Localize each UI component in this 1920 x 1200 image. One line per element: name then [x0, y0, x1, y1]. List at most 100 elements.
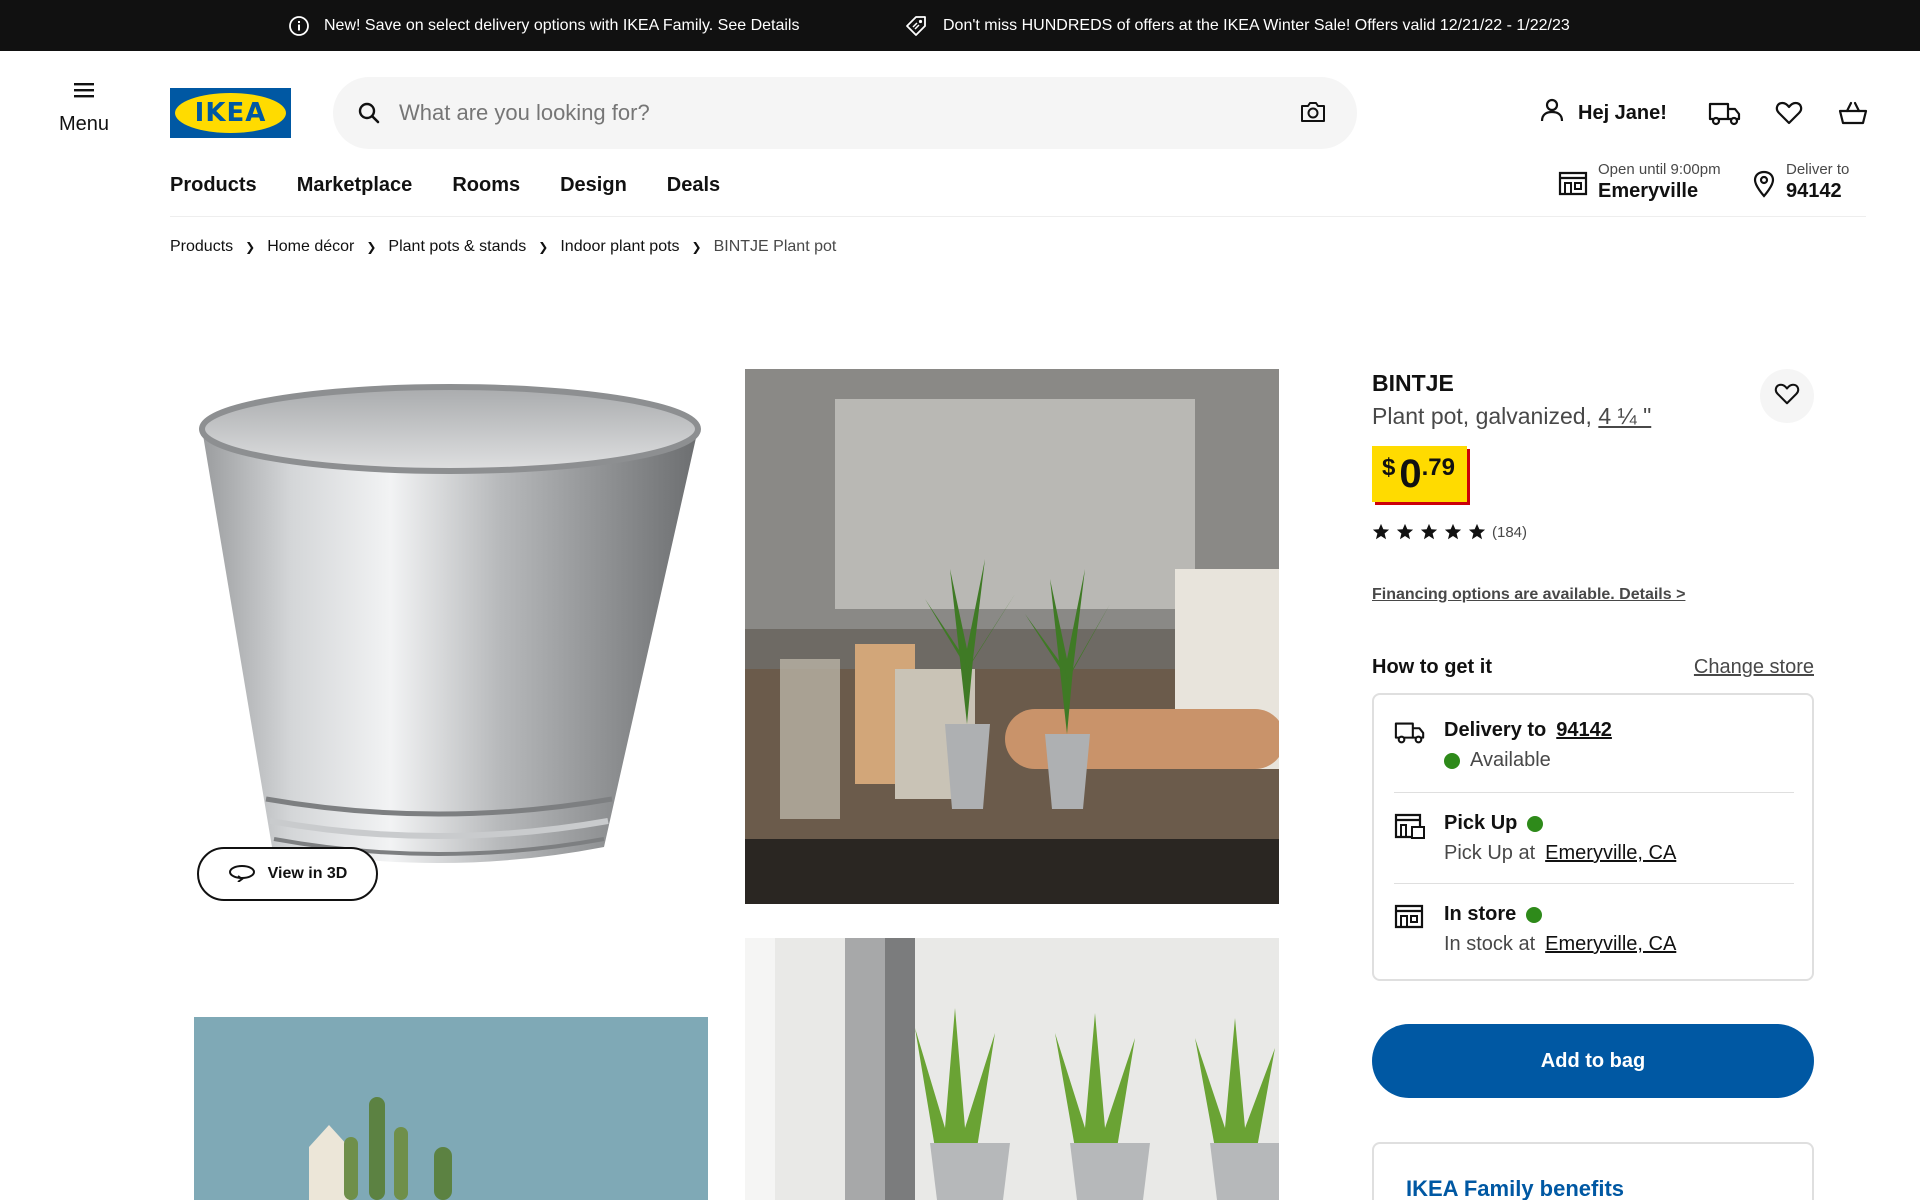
- option-divider: [1394, 883, 1794, 884]
- promo-bar: New! Save on select delivery options wit…: [0, 0, 1920, 51]
- info-icon: [288, 15, 310, 37]
- delivery-title: Delivery to 94142: [1444, 719, 1612, 742]
- breadcrumb-products[interactable]: Products: [170, 238, 233, 256]
- product-name: BINTJE: [1372, 370, 1454, 396]
- nav-item-deals[interactable]: Deals: [667, 174, 720, 197]
- nav-item-products[interactable]: Products: [170, 174, 257, 197]
- breadcrumb-plant-pots[interactable]: Plant pots & stands: [388, 238, 526, 256]
- in-store-option[interactable]: In store In stock at Emeryville, CA: [1394, 903, 1794, 959]
- product-size-link[interactable]: 4 ¼ ": [1598, 403, 1651, 429]
- price-currency: $: [1382, 454, 1396, 481]
- star-icon: [1444, 523, 1462, 540]
- chevron-right-icon: ❯: [245, 240, 256, 254]
- fulfillment-options: Delivery to 94142 Available Pick Up Pick…: [1372, 693, 1814, 981]
- chevron-right-icon: ❯: [691, 240, 702, 254]
- deliver-to-label: Deliver to: [1786, 161, 1850, 178]
- star-icon: [1420, 523, 1438, 540]
- product-description-text: Plant pot, galvanized,: [1372, 403, 1592, 429]
- add-to-favorites-button[interactable]: [1760, 369, 1814, 423]
- chevron-right-icon: ❯: [366, 240, 377, 254]
- in-store-location-link[interactable]: Emeryville, CA: [1545, 933, 1676, 956]
- product-image-main[interactable]: [170, 369, 702, 901]
- heart-icon: [1774, 382, 1800, 411]
- pickup-prefix: Pick Up at: [1444, 842, 1536, 864]
- pickup-title: Pick Up: [1444, 812, 1544, 835]
- rating-count: (184): [1492, 523, 1528, 541]
- greeting: Hej Jane!: [1578, 101, 1667, 124]
- pickup-location-link[interactable]: Emeryville, CA: [1545, 842, 1676, 865]
- add-to-bag-button[interactable]: Add to bag: [1372, 1024, 1814, 1098]
- store-pickup-icon: [1394, 812, 1426, 845]
- basket-icon[interactable]: [1836, 96, 1870, 130]
- delivery-option[interactable]: Delivery to 94142 Available: [1394, 719, 1794, 775]
- user-icon: [1538, 96, 1566, 130]
- store-hours: Open until 9:00pm: [1598, 161, 1721, 178]
- promo-winter-sale-text[interactable]: Don't miss HUNDREDS of offers at the IKE…: [943, 17, 1570, 35]
- camera-icon[interactable]: [1299, 99, 1327, 130]
- star-rating: [1372, 523, 1486, 541]
- how-to-get-it-heading: How to get it: [1372, 656, 1492, 678]
- account-link[interactable]: Hej Jane!: [1538, 96, 1667, 130]
- pickup-label: Pick Up: [1444, 812, 1518, 834]
- star-icon: [1372, 523, 1390, 540]
- breadcrumb-home-decor[interactable]: Home décor: [267, 238, 354, 256]
- available-status-dot: [1444, 752, 1460, 769]
- in-store-prefix: In stock at: [1444, 933, 1536, 955]
- search-bar[interactable]: [333, 77, 1357, 149]
- location-pin-icon: [1752, 170, 1776, 203]
- product-image-lifestyle-desk[interactable]: [745, 369, 1279, 904]
- change-store-link[interactable]: Change store: [1694, 656, 1814, 679]
- menu-label: Menu: [58, 113, 110, 135]
- breadcrumb-current: BINTJE Plant pot: [713, 238, 837, 255]
- in-store-title: In store: [1444, 903, 1543, 926]
- ikea-family-benefits-panel[interactable]: IKEA Family benefits: [1372, 1142, 1814, 1200]
- main-nav: Products Marketplace Rooms Design Deals: [170, 174, 720, 197]
- store-selector[interactable]: Open until 9:00pm Emeryville: [1558, 160, 1721, 202]
- product-image-grass-row[interactable]: [745, 938, 1279, 1200]
- heart-icon[interactable]: [1772, 96, 1806, 130]
- hamburger-icon: [72, 80, 96, 105]
- nav-item-design[interactable]: Design: [560, 174, 627, 197]
- truck-icon: [1394, 719, 1426, 750]
- pickup-status-dot: [1527, 815, 1544, 832]
- header-divider: [170, 216, 1866, 217]
- deliver-to-selector[interactable]: Deliver to 94142: [1752, 160, 1849, 203]
- in-store-status-dot: [1526, 906, 1543, 923]
- chevron-right-icon: ❯: [538, 240, 549, 254]
- view-in-3d-label: View in 3D: [267, 865, 348, 882]
- store-name: Emeryville: [1598, 180, 1699, 202]
- store-icon: [1394, 903, 1424, 934]
- delivery-zip-link[interactable]: 94142: [1556, 719, 1612, 742]
- breadcrumb: Products ❯ Home décor ❯ Plant pots & sta…: [170, 238, 836, 256]
- product-description: Plant pot, galvanized, 4 ¼ ": [1372, 403, 1651, 430]
- pickup-location: Pick Up at Emeryville, CA: [1444, 842, 1676, 865]
- nav-item-rooms[interactable]: Rooms: [452, 174, 520, 197]
- promo-delivery-text[interactable]: New! Save on select delivery options wit…: [324, 17, 799, 35]
- store-icon: [1558, 170, 1588, 201]
- financing-link[interactable]: Financing options are available. Details…: [1372, 586, 1685, 604]
- view-in-3d-button[interactable]: View in 3D: [197, 847, 378, 901]
- promo-winter-sale[interactable]: Don't miss HUNDREDS of offers at the IKE…: [905, 0, 1570, 51]
- star-icon: [1396, 523, 1414, 540]
- breadcrumb-indoor-plant-pots[interactable]: Indoor plant pots: [560, 238, 679, 256]
- 3d-rotate-icon: [228, 862, 256, 887]
- menu-button[interactable]: Menu: [44, 80, 124, 152]
- search-input[interactable]: [399, 91, 1269, 135]
- ikea-logo[interactable]: IKEA: [170, 88, 291, 138]
- pickup-option[interactable]: Pick Up Pick Up at Emeryville, CA: [1394, 812, 1794, 868]
- star-icon: [1468, 523, 1486, 540]
- nav-item-marketplace[interactable]: Marketplace: [297, 174, 413, 197]
- product-rating[interactable]: (184): [1372, 523, 1527, 541]
- in-store-location: In stock at Emeryville, CA: [1444, 933, 1676, 956]
- truck-icon[interactable]: [1708, 96, 1742, 130]
- delivery-label: Delivery to: [1444, 719, 1547, 741]
- delivery-status: Available: [1444, 749, 1551, 772]
- price-decimal: .79: [1421, 454, 1455, 481]
- product-image-cactus[interactable]: [194, 1017, 708, 1200]
- ikea-family-benefits-title[interactable]: IKEA Family benefits: [1406, 1176, 1624, 1200]
- price-tag: $ 0 .79: [1372, 446, 1467, 502]
- in-store-label: In store: [1444, 903, 1517, 925]
- promo-delivery[interactable]: New! Save on select delivery options wit…: [288, 0, 799, 51]
- logo-text: IKEA: [194, 98, 267, 128]
- option-divider: [1394, 792, 1794, 793]
